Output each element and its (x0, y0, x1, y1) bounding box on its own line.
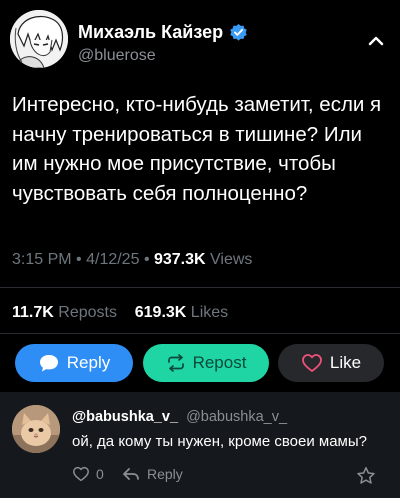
repost-button[interactable]: Repost (143, 344, 269, 382)
repost-button-label: Repost (192, 353, 247, 372)
author-name-row: Михаэль Кайзер (78, 22, 248, 43)
chevron-up-icon[interactable] (366, 34, 386, 48)
likes-label[interactable]: Likes (191, 304, 228, 321)
reply-reply-button[interactable]: Reply (122, 466, 183, 482)
meta-separator: • (76, 251, 87, 268)
post-stats: 11.7K Reposts 619.3K Likes (12, 304, 228, 322)
post-text: Интересно, кто-нибудь заметит, если я на… (12, 93, 382, 205)
reply-avatar[interactable] (12, 405, 60, 453)
speech-bubble-icon (39, 355, 58, 372)
reply-like-button[interactable]: 0 (72, 466, 104, 482)
divider (0, 287, 400, 288)
reply-text: ой, да кому ты нужен, кроме своеи мамы? (72, 433, 367, 450)
reply-button[interactable]: Reply (15, 344, 133, 382)
post-header: Михаэль Кайзер @bluerose (10, 10, 390, 70)
views-label: Views (210, 251, 253, 268)
star-icon[interactable] (356, 466, 376, 486)
likes-count[interactable]: 619.3K (135, 304, 187, 321)
heart-icon (302, 354, 322, 372)
author-handle[interactable]: @bluerose (78, 47, 156, 65)
post-time: 3:15 PM (12, 251, 72, 268)
cat-photo-avatar (12, 405, 60, 453)
reply-button-label: Reply (66, 353, 111, 372)
anime-portrait-avatar (10, 10, 68, 68)
reply-arrow-icon (123, 468, 139, 480)
post-date: 4/12/25 (86, 251, 140, 268)
divider (0, 333, 400, 334)
views-count: 937.3K (153, 251, 206, 268)
reply-like-count: 0 (96, 466, 104, 482)
like-button[interactable]: Like (278, 344, 384, 382)
reply-author-name[interactable]: @babushka_v_ (72, 409, 178, 425)
reposts-label[interactable]: Reposts (58, 304, 117, 321)
verified-badge-icon (230, 23, 247, 41)
author-avatar[interactable] (10, 10, 68, 68)
reply-reply-label: Reply (147, 466, 183, 482)
reposts-count[interactable]: 11.7K (12, 304, 54, 321)
reply-header: @babushka_v_ @babushka_v_ (72, 409, 287, 425)
reply-author-handle[interactable]: @babushka_v_ (186, 409, 287, 425)
reply-item[interactable]: @babushka_v_ @babushka_v_ ой, да кому ты… (0, 392, 400, 498)
author-display-name[interactable]: Михаэль Кайзер (78, 22, 223, 43)
meta-separator: • (143, 251, 154, 268)
like-button-label: Like (329, 353, 362, 372)
post-meta: 3:15 PM • 4/12/25 • 937.3K Views (12, 251, 252, 269)
repost-arrows-icon (167, 354, 184, 372)
heart-outline-icon (73, 466, 89, 482)
